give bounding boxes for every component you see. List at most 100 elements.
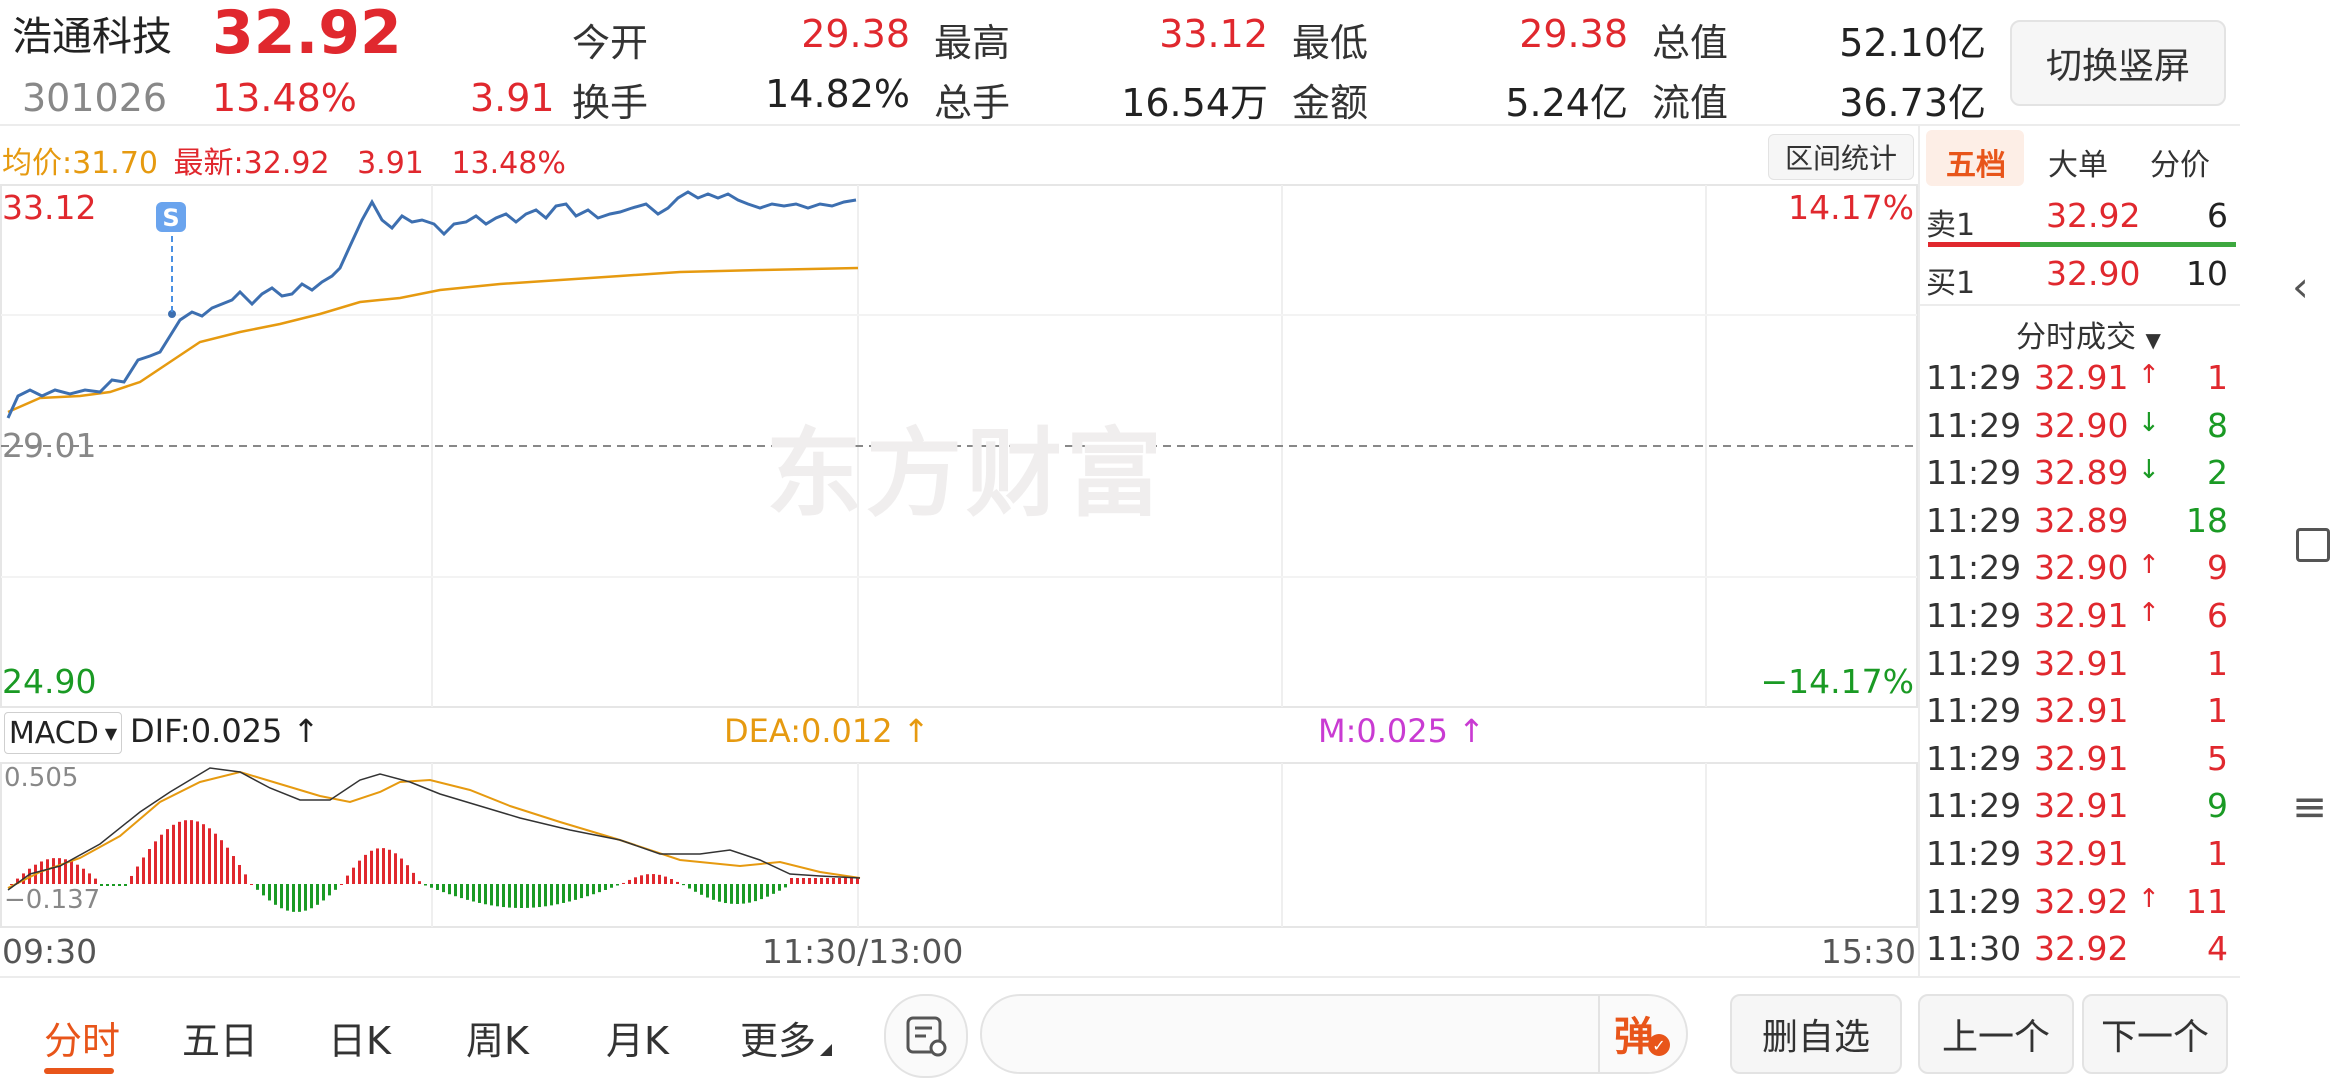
tab-more[interactable]: 更多 bbox=[740, 1010, 816, 1065]
tick-volume: 8 bbox=[2207, 405, 2228, 445]
macd-bar bbox=[730, 884, 733, 904]
tick-price: 32.92 bbox=[2034, 929, 2129, 969]
macd-bar bbox=[508, 884, 511, 908]
macd-bar bbox=[502, 884, 505, 908]
tick-price: 32.91 bbox=[2034, 691, 2129, 731]
macd-bar bbox=[856, 878, 859, 884]
ticks-header[interactable]: 分时成交 ▼ bbox=[2016, 312, 2161, 356]
tick-price: 32.90 bbox=[2034, 548, 2129, 588]
macd-bar bbox=[304, 884, 307, 911]
macd-bar bbox=[496, 884, 499, 907]
macd-bar bbox=[514, 884, 517, 908]
macd-bar bbox=[820, 878, 823, 884]
macd-bar bbox=[70, 861, 73, 884]
latest-label: 最新: bbox=[173, 146, 244, 181]
orderbook-ratio-bar bbox=[1928, 242, 2236, 247]
tick-row: 11:29 32.89 18 bbox=[1916, 501, 2234, 549]
macd-bar bbox=[604, 884, 607, 890]
macd-bar bbox=[574, 884, 577, 900]
tick-price: 32.91 bbox=[2034, 834, 2129, 873]
macd-bar bbox=[58, 858, 61, 884]
tab-intraday-underline bbox=[44, 1068, 114, 1074]
tick-volume: 18 bbox=[2186, 500, 2228, 540]
macd-high-label: 0.505 bbox=[4, 763, 78, 793]
stat-value: 29.38 bbox=[801, 12, 910, 56]
tab-monthly-k[interactable]: 月K bbox=[606, 1010, 669, 1065]
macd-m: M:0.025 ↑ bbox=[1318, 712, 1485, 750]
pct-axis-high: 14.17% bbox=[1788, 188, 1914, 227]
tab-weekly-k[interactable]: 周K bbox=[466, 1010, 529, 1065]
macd-bar bbox=[196, 821, 199, 884]
orderbook-vol: 6 bbox=[2207, 196, 2228, 235]
macd-bar bbox=[538, 884, 541, 908]
macd-bar bbox=[706, 884, 709, 898]
tick-volume: 1 bbox=[2207, 358, 2228, 397]
macd-bar bbox=[364, 854, 367, 884]
macd-bar bbox=[292, 884, 295, 912]
tick-volume: 4 bbox=[2207, 929, 2228, 969]
remove-watchlist-button[interactable]: 删自选 bbox=[1730, 994, 1902, 1074]
tick-price: 32.91 bbox=[2034, 596, 2129, 635]
macd-bar bbox=[736, 884, 739, 904]
tab-intraday[interactable]: 分时 bbox=[44, 1010, 120, 1065]
stat-label: 流值 bbox=[1652, 81, 1729, 125]
tab-large-orders[interactable]: 大单 bbox=[2048, 140, 2108, 184]
tab-price-dist[interactable]: 分价 bbox=[2150, 140, 2210, 184]
macd-bar bbox=[220, 840, 223, 884]
orderbook-price: 32.90 bbox=[2046, 254, 2141, 293]
tab-daily-k[interactable]: 日K bbox=[328, 1010, 391, 1065]
macd-bar bbox=[544, 884, 547, 907]
home-nav-icon[interactable] bbox=[2296, 528, 2330, 562]
down-arrow-icon: ↓ bbox=[2138, 407, 2160, 438]
orderbook-ratio-sell bbox=[1928, 242, 2020, 247]
tick-time: 11:29 bbox=[1926, 405, 2022, 445]
tab-five-day[interactable]: 五日 bbox=[182, 1010, 258, 1065]
macd-bar bbox=[250, 884, 253, 885]
switch-portrait-button[interactable]: 切换竖屏 bbox=[2010, 20, 2226, 106]
macd-bar bbox=[580, 884, 583, 899]
back-nav-icon[interactable]: ‹ bbox=[2292, 262, 2309, 311]
macd-bar bbox=[826, 878, 829, 884]
macd-chart[interactable]: 0.505 −0.137 bbox=[0, 762, 1918, 928]
tick-price: 32.91 bbox=[2034, 643, 2129, 683]
macd-bar bbox=[592, 884, 595, 895]
danmu-input[interactable] bbox=[980, 994, 1688, 1074]
recents-nav-icon[interactable]: ≡ bbox=[2292, 782, 2327, 831]
y-axis-high: 33.12 bbox=[2, 188, 97, 227]
macd-bar bbox=[724, 884, 727, 904]
macd-bar bbox=[178, 821, 181, 884]
orderbook-vol: 10 bbox=[2186, 254, 2228, 293]
previous-stock-button[interactable]: 上一个 bbox=[1918, 994, 2074, 1074]
danmu-label: 弹 bbox=[1614, 1014, 1654, 1060]
macd-bar bbox=[430, 884, 433, 888]
tab-five-levels[interactable]: 五档 bbox=[1946, 140, 2006, 184]
macd-bar bbox=[154, 841, 157, 884]
macd-bar bbox=[262, 884, 265, 896]
macd-bar bbox=[358, 860, 361, 884]
macd-bar bbox=[640, 875, 643, 884]
macd-bar bbox=[370, 850, 373, 884]
macd-selector[interactable]: MACD ▼ bbox=[4, 712, 122, 754]
macd-bar bbox=[130, 875, 133, 884]
macd-bar bbox=[382, 848, 385, 884]
macd-bar bbox=[172, 824, 175, 884]
next-stock-button[interactable]: 下一个 bbox=[2082, 994, 2228, 1074]
latest-value: 32.92 bbox=[243, 146, 330, 181]
macd-bar bbox=[394, 853, 397, 884]
stat-value: 33.12 bbox=[1159, 12, 1268, 56]
macd-bar bbox=[616, 884, 619, 886]
watermark: 东方财富 bbox=[766, 418, 1166, 530]
macd-bar bbox=[94, 878, 97, 884]
macd-bar bbox=[454, 884, 457, 897]
signal-marker-label: S bbox=[162, 204, 179, 232]
macd-bar bbox=[274, 884, 277, 905]
notes-button[interactable] bbox=[884, 994, 968, 1078]
macd-bar bbox=[556, 884, 559, 905]
range-stats-button[interactable]: 区间统计 bbox=[1768, 134, 1914, 180]
macd-bar bbox=[748, 884, 751, 903]
danmu-toggle-button[interactable]: 弹 ✓ bbox=[1614, 1004, 1670, 1062]
avg-label: 均价: bbox=[2, 146, 73, 181]
macd-bar bbox=[670, 879, 673, 884]
stat-value: 5.24亿 bbox=[1505, 81, 1628, 125]
stat-label: 金额 bbox=[1292, 81, 1369, 125]
